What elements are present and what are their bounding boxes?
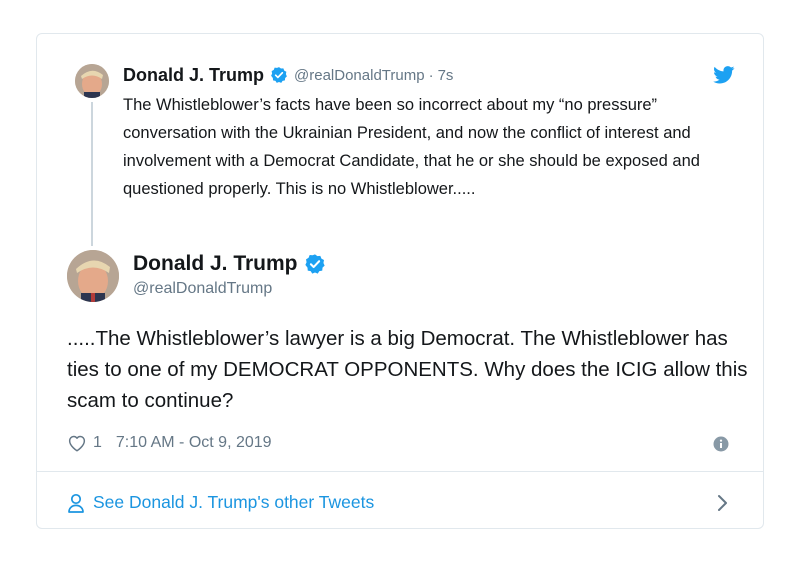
user-icon (67, 493, 85, 513)
quoted-author-handle[interactable]: @realDonaldTrump (294, 67, 425, 84)
main-tweet-text: .....The Whistleblower’s lawyer is a big… (67, 327, 748, 412)
quoted-tweet-header: Donald J. Trump @realDonaldTrump · 7s (123, 64, 453, 86)
main-author-name[interactable]: Donald J. Trump (133, 252, 298, 276)
header-separator: · (428, 66, 434, 84)
tweet-embed-card: Donald J. Trump @realDonaldTrump · 7s Th… (36, 33, 764, 529)
verified-badge-icon (270, 66, 288, 84)
tweet-timestamp[interactable]: 7:10 AM - Oct 9, 2019 (116, 434, 272, 452)
quoted-tweet-avatar[interactable] (75, 64, 109, 98)
main-author-handle[interactable]: @realDonaldTrump (133, 280, 272, 298)
chevron-right-icon[interactable] (717, 494, 729, 512)
quoted-author-name[interactable]: Donald J. Trump (123, 65, 264, 86)
tweet-meta-row: 1 7:10 AM - Oct 9, 2019 (67, 432, 272, 454)
see-other-tweets-label: See Donald J. Trump's other Tweets (93, 492, 375, 512)
heart-icon[interactable] (67, 434, 87, 452)
main-tweet-avatar[interactable] (67, 250, 119, 302)
quoted-tweet-text: The Whistleblower’s facts have been so i… (123, 96, 700, 198)
card-divider (37, 471, 763, 472)
main-tweet-name-row: Donald J. Trump (133, 252, 326, 276)
see-other-tweets-link[interactable]: See Donald J. Trump's other Tweets (67, 492, 374, 513)
thread-connector-line (91, 102, 93, 246)
verified-badge-icon (304, 253, 326, 275)
twitter-bird-icon[interactable] (713, 66, 735, 84)
avatar-image (75, 64, 109, 98)
like-count[interactable]: 1 (93, 434, 102, 452)
quoted-tweet-time[interactable]: 7s (438, 67, 454, 84)
avatar-image (67, 250, 119, 302)
info-icon[interactable] (713, 436, 729, 452)
